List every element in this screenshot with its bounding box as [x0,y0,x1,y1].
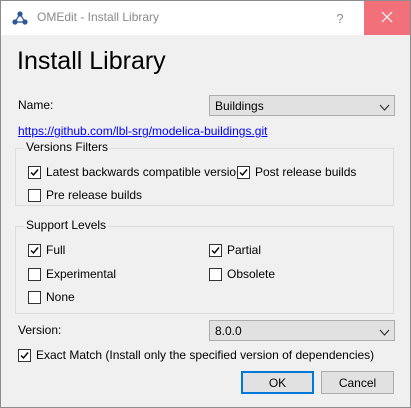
version-selected-value: 8.0.0 [215,324,242,338]
full-label: Full [46,243,66,257]
post-release-checkbox[interactable]: Post release builds [237,165,356,179]
latest-backwards-label: Latest backwards compatible versions [46,165,249,179]
version-label: Version: [18,323,62,337]
version-dropdown[interactable]: 8.0.0 [209,320,395,341]
omedit-app-icon [12,10,28,26]
cancel-button-label: Cancel [338,375,377,390]
checkbox-checked-icon [209,243,222,257]
checkbox-unchecked-icon [28,290,41,304]
chevron-down-icon [379,101,390,111]
versions-filters-title: Versions Filters [24,140,111,154]
close-button[interactable] [364,1,410,35]
ok-button[interactable]: OK [241,371,314,394]
post-release-label: Post release builds [255,165,357,179]
name-dropdown[interactable]: Buildings [209,95,395,116]
name-selected-value: Buildings [215,99,264,113]
checkbox-checked-icon [237,165,250,179]
exact-match-label: Exact Match (Install only the specified … [36,348,375,362]
checkbox-checked-icon [28,165,41,179]
title-bar: OMEdit - Install Library ? [1,1,410,35]
none-label: None [46,290,75,304]
pre-release-checkbox[interactable]: Pre release builds [28,188,142,202]
full-checkbox[interactable]: Full [28,243,65,257]
chevron-down-icon [379,326,390,336]
window-title: OMEdit - Install Library [37,10,160,24]
checkbox-unchecked-icon [28,267,41,281]
close-icon [381,11,393,26]
checkbox-unchecked-icon [209,267,222,281]
partial-label: Partial [227,243,262,257]
repository-url-link[interactable]: https://github.com/lbl-srg/modelica-buil… [18,124,267,138]
install-library-dialog: OMEdit - Install Library ? Install Libra… [0,0,411,408]
page-title: Install Library [17,47,166,75]
obsolete-label: Obsolete [227,267,276,281]
help-button[interactable]: ? [317,1,363,35]
help-icon: ? [336,10,344,26]
checkbox-checked-icon [18,348,31,362]
exact-match-checkbox[interactable]: Exact Match (Install only the specified … [18,348,374,362]
cancel-button[interactable]: Cancel [321,371,394,394]
checkbox-checked-icon [28,243,41,257]
checkbox-unchecked-icon [28,188,41,202]
latest-backwards-checkbox[interactable]: Latest backwards compatible versions [28,165,249,179]
obsolete-checkbox[interactable]: Obsolete [209,267,275,281]
experimental-label: Experimental [46,267,117,281]
none-checkbox[interactable]: None [28,290,75,304]
ok-button-label: OK [268,375,287,390]
name-label: Name: [18,98,54,112]
experimental-checkbox[interactable]: Experimental [28,267,116,281]
pre-release-label: Pre release builds [46,188,143,202]
support-levels-title: Support Levels [24,218,109,232]
partial-checkbox[interactable]: Partial [209,243,261,257]
